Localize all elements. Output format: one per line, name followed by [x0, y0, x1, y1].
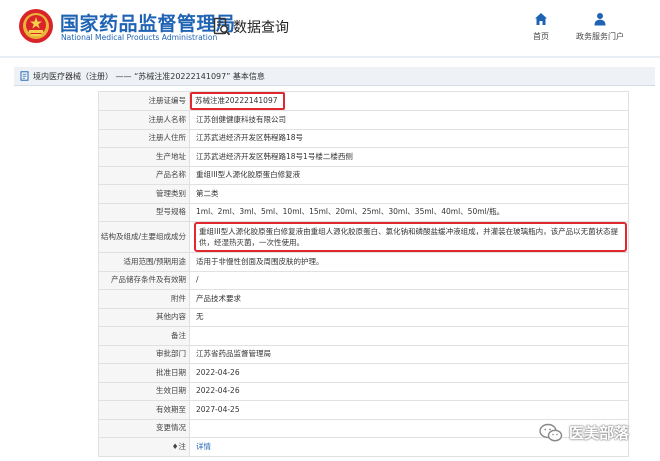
site-title[interactable]: 国家药品监督管理局	[60, 9, 236, 36]
row-label: 生产地址	[98, 147, 190, 167]
row-label: 管理类别	[98, 184, 190, 204]
table-row: 型号规格 1ml、2ml、3ml、5ml、10ml、15ml、20ml、25ml…	[98, 202, 629, 222]
table-row: 生效日期 2022-04-26	[98, 381, 629, 401]
watermark-text: 医美部落	[569, 424, 630, 442]
row-label: 批准日期	[98, 363, 190, 383]
row-label: 审批部门	[98, 344, 190, 364]
nav-service-portal-label: 政务服务门户	[576, 32, 624, 41]
table-row: 注册人名称 江苏创健健康科技有限公司	[98, 110, 629, 130]
row-value: 第二类	[189, 184, 629, 204]
row-value: 重组III型人源化胶原蛋白修复液由重组人源化胶原蛋白、氯化钠和磷酸盐缓冲液组成，…	[189, 221, 629, 253]
row-value: 2022-04-26	[189, 381, 629, 401]
details-link[interactable]: 详情	[196, 442, 211, 451]
breadcrumb: 境内医疗器械（注册） —— “苏械注准20222141097” 基本信息	[14, 67, 655, 86]
row-label: 产品名称	[98, 165, 190, 185]
row-value: 江苏武进经济开发区韩程路18号	[189, 128, 629, 148]
row-value: 江苏省药品监督管理局	[189, 344, 629, 364]
row-value: 江苏创健健康科技有限公司	[189, 110, 629, 130]
row-label: 注册人住所	[98, 128, 190, 148]
header-divider	[0, 56, 660, 58]
row-value: 重组III型人源化胶原蛋白修复液	[189, 165, 629, 185]
table-row: 注册人住所 江苏武进经济开发区韩程路18号	[98, 128, 629, 148]
data-query-label: 数据查询	[233, 20, 289, 36]
composition-highlight: 重组III型人源化胶原蛋白修复液由重组人源化胶原蛋白、氯化钠和磷酸盐缓冲液组成，…	[194, 222, 627, 252]
nav-service-portal[interactable]: 政务服务门户	[576, 12, 624, 42]
table-row: 结构及组成/主要组成成分 重组III型人源化胶原蛋白修复液由重组人源化胶原蛋白、…	[98, 221, 629, 253]
table-row: 审批部门 江苏省药品监督管理局	[98, 344, 629, 364]
row-value: /	[189, 270, 629, 290]
national-emblem-icon	[19, 9, 53, 43]
table-row: 生产地址 江苏武进经济开发区韩程路18号1号楼二楼西侧	[98, 147, 629, 167]
document-icon	[20, 71, 29, 81]
table-row: 产品储存条件及有效期 /	[98, 270, 629, 290]
row-label: 型号规格	[98, 202, 190, 222]
nav-home[interactable]: 首页	[533, 12, 549, 42]
row-label: 产品储存条件及有效期	[98, 270, 190, 290]
row-value: 江苏武进经济开发区韩程路18号1号楼二楼西侧	[189, 147, 629, 167]
data-query-link[interactable]: 数据查询	[213, 17, 289, 37]
row-value: 适用于非慢性创面及周围皮肤的护理。	[189, 252, 629, 272]
table-row: 其他内容 无	[98, 307, 629, 327]
nav-home-label: 首页	[533, 32, 549, 41]
site-subtitle: National Medical Products Administration	[61, 33, 218, 42]
note-marker: ♦	[171, 441, 179, 451]
row-label: ♦注	[98, 437, 190, 457]
row-label: 结构及组成/主要组成成分	[98, 221, 190, 253]
row-value: 1ml、2ml、3ml、5ml、10ml、15ml、20ml、25ml、30ml…	[189, 202, 629, 222]
table-row: 管理类别 第二类	[98, 184, 629, 204]
device-info-table: 注册证编号 苏械注准20222141097 注册人名称 江苏创健健康科技有限公司…	[98, 91, 629, 457]
document-search-icon	[213, 17, 231, 36]
wechat-icon	[539, 423, 563, 441]
site-header: 国家药品监督管理局 National Medical Products Admi…	[0, 0, 660, 54]
watermark: 医美部落	[539, 422, 629, 443]
row-value: 无	[189, 307, 629, 327]
row-value: 苏械注准20222141097	[189, 91, 629, 111]
table-row: 批准日期 2022-04-26	[98, 363, 629, 383]
row-label: 变更情况	[98, 418, 190, 438]
home-icon	[535, 13, 547, 25]
table-row: 备注	[98, 326, 629, 346]
table-row: 有效期至 2027-04-25	[98, 400, 629, 420]
row-value	[189, 326, 629, 346]
user-icon	[594, 13, 606, 26]
breadcrumb-text: 境内医疗器械（注册） —— “苏械注准20222141097” 基本信息	[33, 71, 265, 81]
row-label: 生效日期	[98, 381, 190, 401]
table-row: 适用范围/预期用途 适用于非慢性创面及周围皮肤的护理。	[98, 252, 629, 272]
row-label: 适用范围/预期用途	[98, 252, 190, 272]
table-row: 产品名称 重组III型人源化胶原蛋白修复液	[98, 165, 629, 185]
row-label: 注册证编号	[98, 91, 190, 111]
registration-number-highlight: 苏械注准20222141097	[190, 92, 285, 110]
row-value: 2027-04-25	[189, 400, 629, 420]
note-label: 注	[178, 441, 187, 451]
table-row: 附件 产品技术要求	[98, 289, 629, 309]
row-label: 有效期至	[98, 400, 190, 420]
row-label: 其他内容	[98, 307, 190, 327]
table-row: 注册证编号 苏械注准20222141097	[98, 91, 629, 111]
row-value: 产品技术要求	[189, 289, 629, 309]
row-value: 2022-04-26	[189, 363, 629, 383]
row-label: 备注	[98, 326, 190, 346]
row-label: 附件	[98, 289, 190, 309]
row-label: 注册人名称	[98, 110, 190, 130]
